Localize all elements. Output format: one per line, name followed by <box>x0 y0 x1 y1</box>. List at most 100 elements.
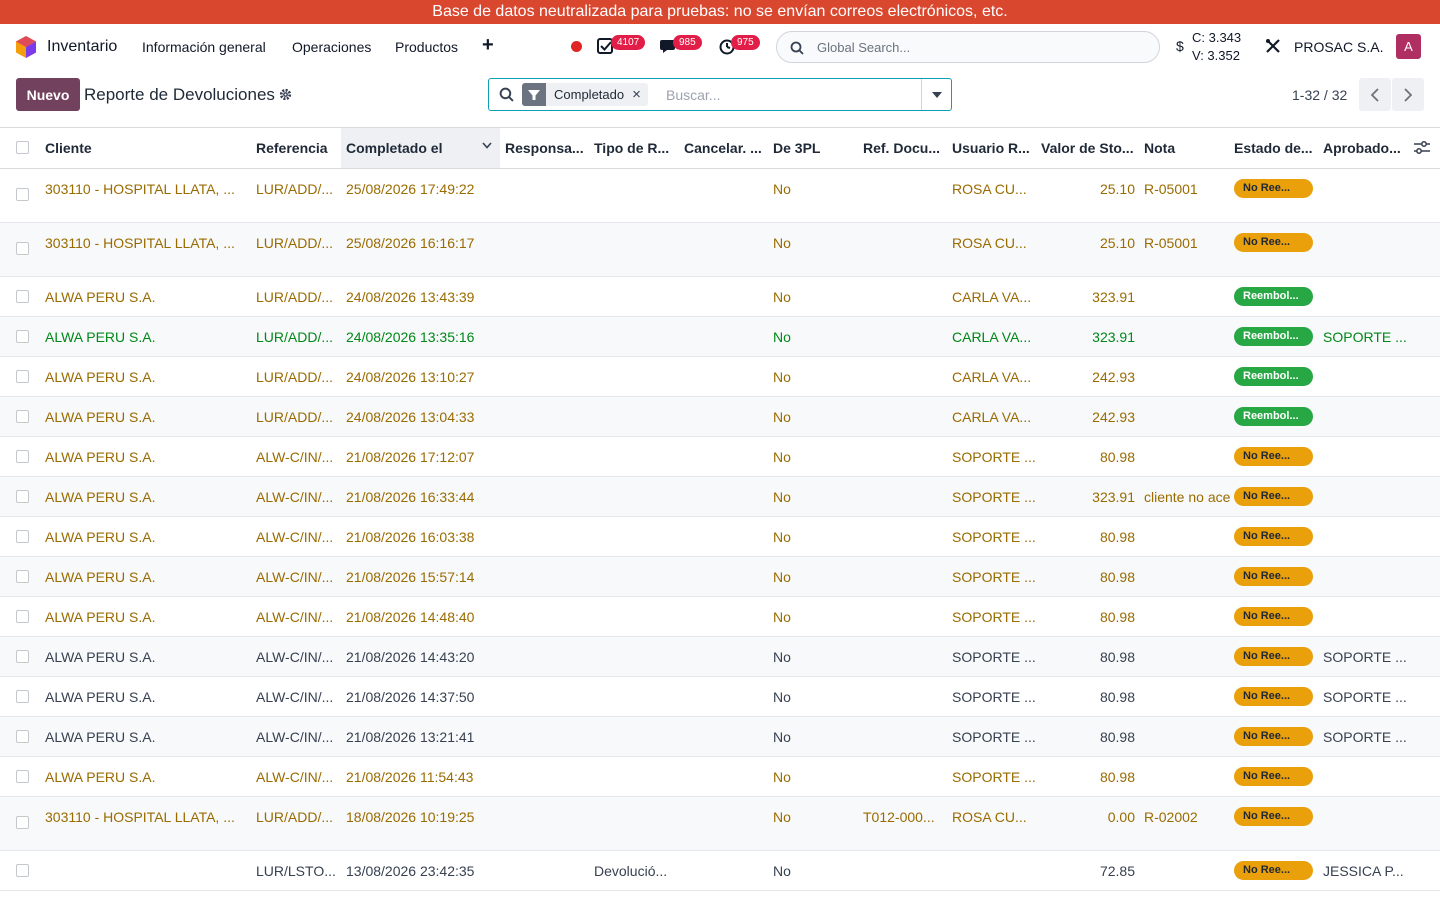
table-row[interactable]: ALWA PERU S.A. ALW-C/IN/... 21/08/2026 11:… <box>0 757 1440 797</box>
table-row[interactable]: ALWA PERU S.A. ALW-C/IN/... 21/08/2026 14:… <box>0 637 1440 677</box>
row-checkbox[interactable] <box>16 690 29 703</box>
cell-referencia: ALW-C/IN/... <box>256 689 334 705</box>
remove-filter-close-icon[interactable]: × <box>632 86 648 103</box>
column-header-completado-el[interactable]: Completado el <box>341 128 500 168</box>
table-row[interactable]: ALWA PERU S.A. LUR/ADD/... 24/08/2026 13:1… <box>0 357 1440 397</box>
row-checkbox[interactable] <box>16 188 29 201</box>
row-checkbox[interactable] <box>16 730 29 743</box>
gear-icon[interactable] <box>279 88 292 101</box>
row-checkbox[interactable] <box>16 450 29 463</box>
table-row[interactable]: ALWA PERU S.A. LUR/ADD/... 24/08/2026 13:3… <box>0 317 1440 357</box>
row-checkbox[interactable] <box>16 290 29 303</box>
row-checkbox[interactable] <box>16 490 29 503</box>
cell-de-3pl: No <box>773 289 791 305</box>
company-switcher[interactable]: PROSAC S.A. <box>1294 39 1383 55</box>
column-header-responsable[interactable]: Responsa... <box>505 128 589 168</box>
table-row[interactable]: 303110 - HOSPITAL LLATA, ... LUR/ADD/... 2… <box>0 223 1440 277</box>
row-checkbox[interactable] <box>16 816 29 829</box>
pager-value[interactable]: 1-32 / 32 <box>1292 87 1347 103</box>
cell-completado-el: 25/08/2026 16:16:17 <box>346 235 475 251</box>
cell-completado-el: 21/08/2026 17:12:07 <box>346 449 475 465</box>
row-checkbox[interactable] <box>16 864 29 877</box>
cell-usuario: SOPORTE ... <box>952 689 1036 705</box>
menu-productos[interactable]: Productos <box>395 39 458 55</box>
cell-de-3pl: No <box>773 369 791 385</box>
cell-usuario: SOPORTE ... <box>952 449 1036 465</box>
table-row[interactable]: ALWA PERU S.A. ALW-C/IN/... 21/08/2026 17:… <box>0 437 1440 477</box>
app-name[interactable]: Inventario <box>47 38 117 56</box>
table-row[interactable]: LUR/LSTO... 13/08/2026 23:42:35 Devolució.… <box>0 851 1440 891</box>
inventory-app-icon[interactable] <box>16 36 36 58</box>
table-row[interactable]: ALWA PERU S.A. ALW-C/IN/... 21/08/2026 15:… <box>0 557 1440 597</box>
column-header-estado[interactable]: Estado de... <box>1234 128 1318 168</box>
timer-count-badge: 975 <box>731 35 760 50</box>
cell-valor-stock: 80.98 <box>1099 769 1135 785</box>
cell-valor-stock: 80.98 <box>1099 609 1135 625</box>
quick-create-plus-icon[interactable]: + <box>482 34 494 57</box>
cell-de-3pl: No <box>773 609 791 625</box>
column-header-cliente[interactable]: Cliente <box>45 128 245 168</box>
cell-aprobado: SOPORTE ... <box>1323 329 1407 345</box>
row-checkbox[interactable] <box>16 770 29 783</box>
row-checkbox[interactable] <box>16 370 29 383</box>
cell-referencia: LUR/ADD/... <box>256 329 334 345</box>
table-row[interactable]: ALWA PERU S.A. ALW-C/IN/... 21/08/2026 16:… <box>0 477 1440 517</box>
pager-previous-button[interactable] <box>1359 78 1391 111</box>
optional-columns-sliders-icon[interactable] <box>1414 141 1430 155</box>
select-all-checkbox[interactable] <box>16 141 29 154</box>
record-status-icon[interactable] <box>571 41 582 52</box>
table-row[interactable]: ALWA PERU S.A. LUR/ADD/... 24/08/2026 13:4… <box>0 277 1440 317</box>
column-header-nota[interactable]: Nota <box>1144 128 1228 168</box>
menu-operaciones[interactable]: Operaciones <box>292 39 371 55</box>
table-row[interactable]: ALWA PERU S.A. LUR/ADD/... 24/08/2026 13:0… <box>0 397 1440 437</box>
column-header-referencia[interactable]: Referencia <box>256 128 336 168</box>
cell-usuario: ROSA CU... <box>952 809 1027 825</box>
cell-cliente: ALWA PERU S.A. <box>45 769 156 785</box>
cell-completado-el: 24/08/2026 13:04:33 <box>346 409 475 425</box>
cell-cliente: 303110 - HOSPITAL LLATA, ... <box>45 235 235 251</box>
table-row[interactable]: ALWA PERU S.A. ALW-C/IN/... 21/08/2026 14:… <box>0 597 1440 637</box>
table-row[interactable]: 303110 - HOSPITAL LLATA, ... LUR/ADD/... 1… <box>0 797 1440 851</box>
column-header-de-3pl[interactable]: De 3PL <box>773 128 857 168</box>
tools-icon[interactable] <box>1265 38 1281 54</box>
row-checkbox[interactable] <box>16 242 29 255</box>
table-row[interactable]: 303110 - HOSPITAL LLATA, ... LUR/ADD/... 2… <box>0 169 1440 223</box>
global-search-input[interactable]: Global Search... <box>817 40 910 55</box>
user-avatar[interactable]: A <box>1396 34 1421 59</box>
table-row[interactable]: ALWA PERU S.A. ALW-C/IN/... 21/08/2026 16:… <box>0 517 1440 557</box>
status-badge: No Ree... <box>1234 607 1313 626</box>
cell-tipo: Devolució... <box>594 863 668 879</box>
global-search-box[interactable]: Global Search... <box>776 31 1160 63</box>
column-header-tipo[interactable]: Tipo de R... <box>594 128 678 168</box>
search-options-toggle[interactable] <box>921 79 951 110</box>
column-header-usuario[interactable]: Usuario R... <box>952 128 1036 168</box>
new-button[interactable]: Nuevo <box>16 78 80 111</box>
pager-next-button[interactable] <box>1392 78 1424 111</box>
table-row[interactable]: ALWA PERU S.A. ALW-C/IN/... 21/08/2026 14:… <box>0 677 1440 717</box>
column-header-ref-documento[interactable]: Ref. Docu... <box>863 128 947 168</box>
filter-facet[interactable]: Completado × <box>522 83 648 106</box>
cell-aprobado: SOPORTE ... <box>1323 729 1407 745</box>
control-panel: Nuevo Reporte de Devoluciones Completado… <box>0 70 1440 128</box>
cell-cliente: ALWA PERU S.A. <box>45 289 156 305</box>
table-row[interactable]: ALWA PERU S.A. ALW-C/IN/... 21/08/2026 13:… <box>0 717 1440 757</box>
search-bar[interactable]: Completado × Buscar... <box>488 78 952 111</box>
filter-funnel-icon <box>522 83 546 106</box>
row-checkbox[interactable] <box>16 570 29 583</box>
status-badge: No Ree... <box>1234 179 1313 198</box>
status-badge: No Ree... <box>1234 861 1313 880</box>
cell-usuario: SOPORTE ... <box>952 489 1036 505</box>
row-checkbox[interactable] <box>16 330 29 343</box>
column-header-cancelar[interactable]: Cancelar. ... <box>684 128 768 168</box>
column-header-aprobado[interactable]: Aprobado... <box>1323 128 1407 168</box>
cell-completado-el: 24/08/2026 13:35:16 <box>346 329 475 345</box>
row-checkbox[interactable] <box>16 410 29 423</box>
column-header-valor-stock[interactable]: Valor de Sto... <box>1041 128 1138 168</box>
cell-valor-stock: 323.91 <box>1092 329 1135 345</box>
cell-usuario: SOPORTE ... <box>952 649 1036 665</box>
row-checkbox[interactable] <box>16 530 29 543</box>
menu-informacion-general[interactable]: Información general <box>142 39 266 55</box>
search-input[interactable]: Buscar... <box>666 87 720 103</box>
row-checkbox[interactable] <box>16 610 29 623</box>
row-checkbox[interactable] <box>16 650 29 663</box>
